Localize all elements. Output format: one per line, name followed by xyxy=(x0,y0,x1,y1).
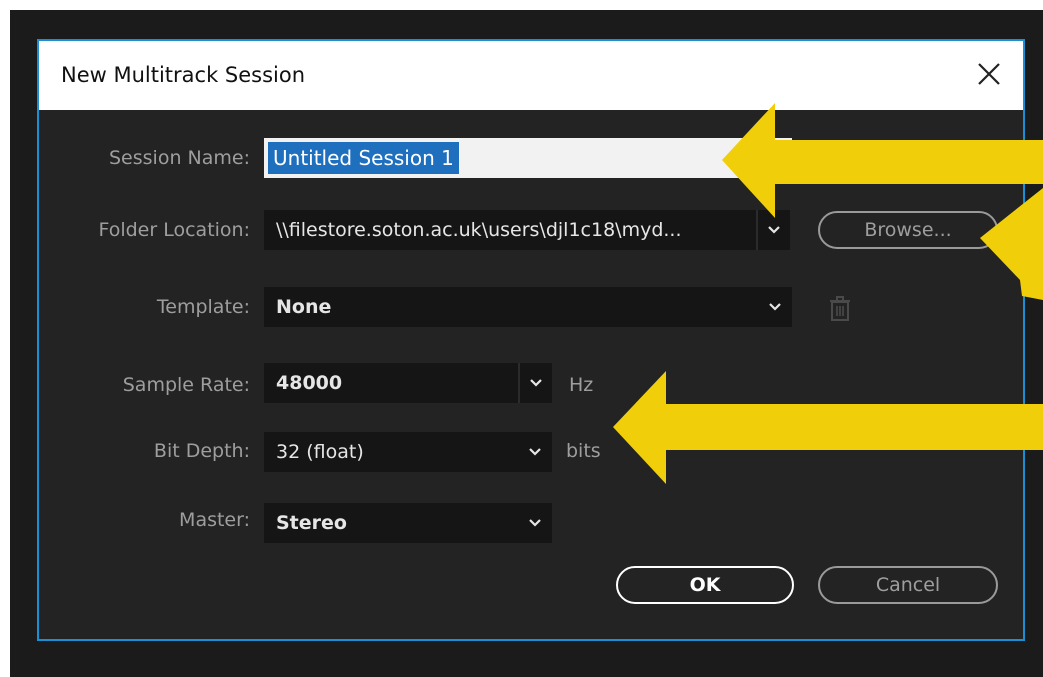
close-icon[interactable] xyxy=(973,58,1005,90)
sample-rate-dropdown[interactable] xyxy=(518,363,552,403)
master-label: Master: xyxy=(179,509,250,531)
bit-depth-unit: bits xyxy=(566,440,601,462)
browse-button[interactable]: Browse... xyxy=(818,211,998,249)
dialog-titlebar: New Multitrack Session xyxy=(39,41,1023,110)
master-select[interactable]: Stereo xyxy=(264,503,552,543)
chevron-down-icon xyxy=(529,519,541,527)
session-name-value: Untitled Session 1 xyxy=(268,142,459,174)
session-name-label: Session Name: xyxy=(109,147,250,169)
session-name-input[interactable]: Untitled Session 1 xyxy=(264,138,792,178)
sample-rate-label: Sample Rate: xyxy=(122,374,250,396)
bit-depth-select[interactable]: 32 (float) xyxy=(264,432,552,472)
folder-location-select[interactable]: \\filestore.soton.ac.uk\users\djl1c18\my… xyxy=(264,210,756,250)
bit-depth-label: Bit Depth: xyxy=(153,440,250,462)
chevron-down-icon xyxy=(530,379,542,387)
sample-rate-select[interactable]: 48000 xyxy=(264,363,518,403)
trash-icon[interactable] xyxy=(829,296,851,322)
chevron-down-icon xyxy=(769,303,781,311)
bit-depth-dropdown[interactable] xyxy=(518,432,552,472)
sample-rate-unit: Hz xyxy=(569,374,594,396)
template-label: Template: xyxy=(156,296,250,318)
master-dropdown[interactable] xyxy=(518,503,552,543)
template-dropdown[interactable] xyxy=(758,287,792,327)
folder-location-dropdown[interactable] xyxy=(756,210,790,250)
folder-location-label: Folder Location: xyxy=(98,219,250,241)
chevron-down-icon xyxy=(529,448,541,456)
new-multitrack-session-dialog: New Multitrack Session Session Name: Unt… xyxy=(37,39,1025,641)
chevron-down-icon xyxy=(768,226,780,234)
ok-button[interactable]: OK xyxy=(616,566,794,604)
dialog-title: New Multitrack Session xyxy=(61,63,306,87)
cancel-button[interactable]: Cancel xyxy=(818,566,998,604)
template-select[interactable]: None xyxy=(264,287,792,327)
